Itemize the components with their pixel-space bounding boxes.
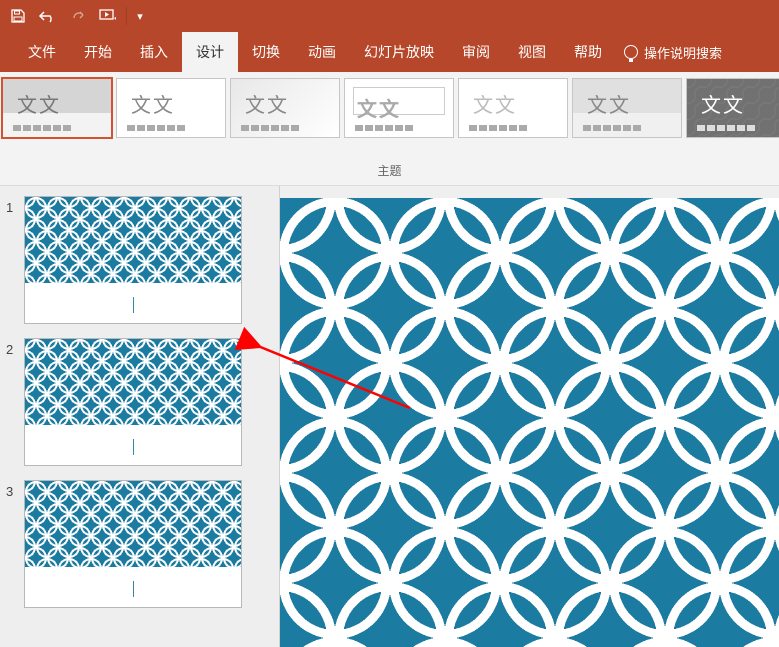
theme-color-swatches <box>127 125 185 131</box>
tab-animations[interactable]: 动画 <box>294 32 350 72</box>
theme-preview-text: 文文 <box>17 89 61 118</box>
slide-number: 3 <box>6 480 24 499</box>
save-icon <box>10 8 26 24</box>
tell-me-search[interactable]: 操作说明搜索 <box>624 43 722 62</box>
tab-help[interactable]: 帮助 <box>560 32 616 72</box>
theme-thumb-3[interactable]: 文文 <box>344 78 454 138</box>
redo-icon <box>70 8 86 24</box>
slide-entry-3: 3 <box>0 480 279 608</box>
undo-icon <box>38 8 58 24</box>
tab-file[interactable]: 文件 <box>14 32 70 72</box>
slide-thumbnail-panel[interactable]: 1 2 3 <box>0 186 280 647</box>
work-area: 1 2 3 <box>0 186 779 647</box>
theme-thumb-5[interactable]: 文文 <box>572 78 682 138</box>
theme-preview-text: 文文 <box>357 93 401 122</box>
theme-color-swatches <box>13 125 71 131</box>
tab-review[interactable]: 审阅 <box>448 32 504 72</box>
ribbon-body: 文文 文文 文文 文文 文文 文文 文文 <box>0 72 779 186</box>
theme-thumb-2[interactable]: 文文 <box>230 78 340 138</box>
tab-insert[interactable]: 插入 <box>126 32 182 72</box>
start-from-beginning-button[interactable] <box>94 2 122 30</box>
theme-color-swatches <box>583 125 641 131</box>
undo-button[interactable] <box>34 2 62 30</box>
tell-me-label: 操作说明搜索 <box>644 43 722 62</box>
slide-number: 2 <box>6 338 24 357</box>
theme-color-swatches <box>355 125 413 131</box>
slide-thumb-3[interactable] <box>24 480 242 608</box>
theme-thumb-4[interactable]: 文文 <box>458 78 568 138</box>
redo-button[interactable] <box>64 2 92 30</box>
theme-thumb-1[interactable]: 文文 <box>116 78 226 138</box>
save-button[interactable] <box>4 2 32 30</box>
theme-color-swatches <box>241 125 299 131</box>
theme-preview-text: 文文 <box>701 89 745 118</box>
tab-slideshow[interactable]: 幻灯片放映 <box>350 32 448 72</box>
slide-thumb-2[interactable] <box>24 338 242 466</box>
ribbon-tabs: 文件 开始 插入 设计 切换 动画 幻灯片放映 审阅 视图 帮助 操作说明搜索 <box>0 32 779 72</box>
qat-customize-button[interactable]: ▾ <box>131 2 149 30</box>
theme-color-swatches <box>469 125 527 131</box>
theme-preview-text: 文文 <box>245 89 289 118</box>
slideshow-icon <box>99 8 117 24</box>
tab-design[interactable]: 设计 <box>182 32 238 72</box>
theme-color-swatches <box>697 125 755 131</box>
tab-home[interactable]: 开始 <box>70 32 126 72</box>
themes-gallery[interactable]: 文文 文文 文文 文文 文文 文文 文文 <box>0 72 779 158</box>
slide-entry-2: 2 <box>0 338 279 466</box>
theme-preview-text: 文文 <box>131 89 175 118</box>
themes-group-label: 主题 <box>0 158 779 185</box>
slide-editor[interactable] <box>280 186 779 647</box>
qat-separator <box>126 7 127 25</box>
theme-thumb-current[interactable]: 文文 <box>2 78 112 138</box>
main-slide-canvas[interactable] <box>280 198 779 647</box>
tab-transitions[interactable]: 切换 <box>238 32 294 72</box>
slide-number: 1 <box>6 196 24 215</box>
tab-view[interactable]: 视图 <box>504 32 560 72</box>
theme-preview-text: 文文 <box>473 89 517 118</box>
slide-thumb-1[interactable] <box>24 196 242 324</box>
lightbulb-icon <box>624 45 638 59</box>
quick-access-toolbar: ▾ <box>0 0 779 32</box>
slide-entry-1: 1 <box>0 196 279 324</box>
theme-preview-text: 文文 <box>587 89 631 118</box>
theme-thumb-6[interactable]: 文文 <box>686 78 779 138</box>
